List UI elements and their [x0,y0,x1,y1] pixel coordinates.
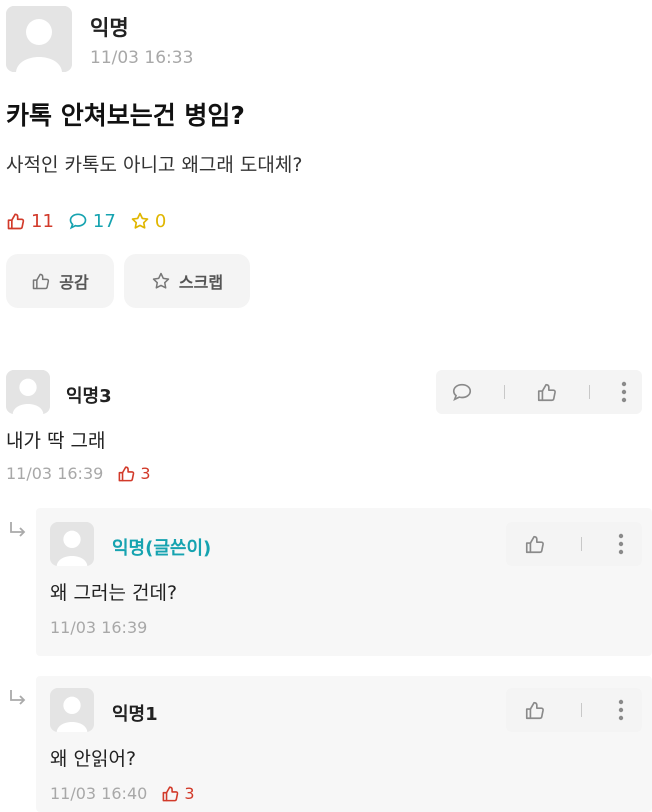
divider [581,537,583,551]
reply-author-avatar [50,522,94,566]
thumbs-up-icon [118,466,135,482]
reply-actions [506,522,642,566]
divider [504,385,506,399]
reply-timestamp: 11/03 16:39 [50,618,148,637]
reply-arrow-icon [10,522,26,537]
scrap-button[interactable]: 스크랩 [124,254,250,308]
thumbs-up-icon [162,786,179,802]
default-avatar-icon [6,6,72,72]
thumbs-up-icon[interactable] [536,381,558,403]
like-button[interactable]: 공감 [6,254,114,308]
comment-count: 17 [68,211,116,232]
scrap-count: 0 [130,211,166,232]
more-options-icon[interactable] [618,699,624,721]
reply-author-avatar [50,688,94,732]
post-author-name: 익명 [90,16,129,40]
thumbs-up-icon[interactable] [524,699,546,721]
comment-author-name: 익명3 [66,386,112,407]
reply-meta: 11/03 16:40 3 [50,784,195,803]
divider [581,703,583,717]
post-author-avatar [6,6,72,72]
scrap-button-label: 스크랩 [178,273,224,292]
thumbs-up-icon[interactable] [524,533,546,555]
divider [588,385,590,399]
reply-timestamp: 11/03 16:40 [50,784,148,803]
post-body: 사적인 카톡도 아니고 왜그래 도대체? [6,154,303,176]
default-avatar-icon [50,688,94,732]
reply-arrow-icon [10,690,26,705]
post-timestamp: 11/03 16:33 [90,48,194,68]
star-icon [131,212,149,229]
reply-like-count: 3 [161,784,195,803]
reply-text: 왜 안읽어? [50,748,137,770]
like-button-label: 공감 [59,273,89,292]
comment-bubble-icon [69,213,87,230]
comment-text: 내가 딱 그래 [6,430,106,452]
like-count: 11 [6,211,54,232]
star-icon [152,272,170,289]
more-options-icon[interactable] [618,533,624,555]
comment-meta: 11/03 16:39 3 [6,464,151,483]
default-avatar-icon [50,522,94,566]
comment-like-count: 3 [117,464,151,483]
reply-actions [506,688,642,732]
reply-author-name: 익명(글쓴이) [112,538,212,559]
comment-timestamp: 11/03 16:39 [6,464,104,483]
comment-actions [436,370,642,414]
default-avatar-icon [6,370,50,414]
more-options-icon[interactable] [621,381,627,403]
reply-icon[interactable] [451,381,473,403]
post-title: 카톡 안쳐보는건 병임? [6,101,245,130]
thumbs-up-icon [33,273,50,290]
post-stats: 11 17 0 [6,208,166,234]
comment-author-avatar [6,370,50,414]
thumbs-up-icon [7,213,25,230]
reply-author-name: 익명1 [112,704,158,725]
reply-text: 왜 그러는 건데? [50,582,178,604]
